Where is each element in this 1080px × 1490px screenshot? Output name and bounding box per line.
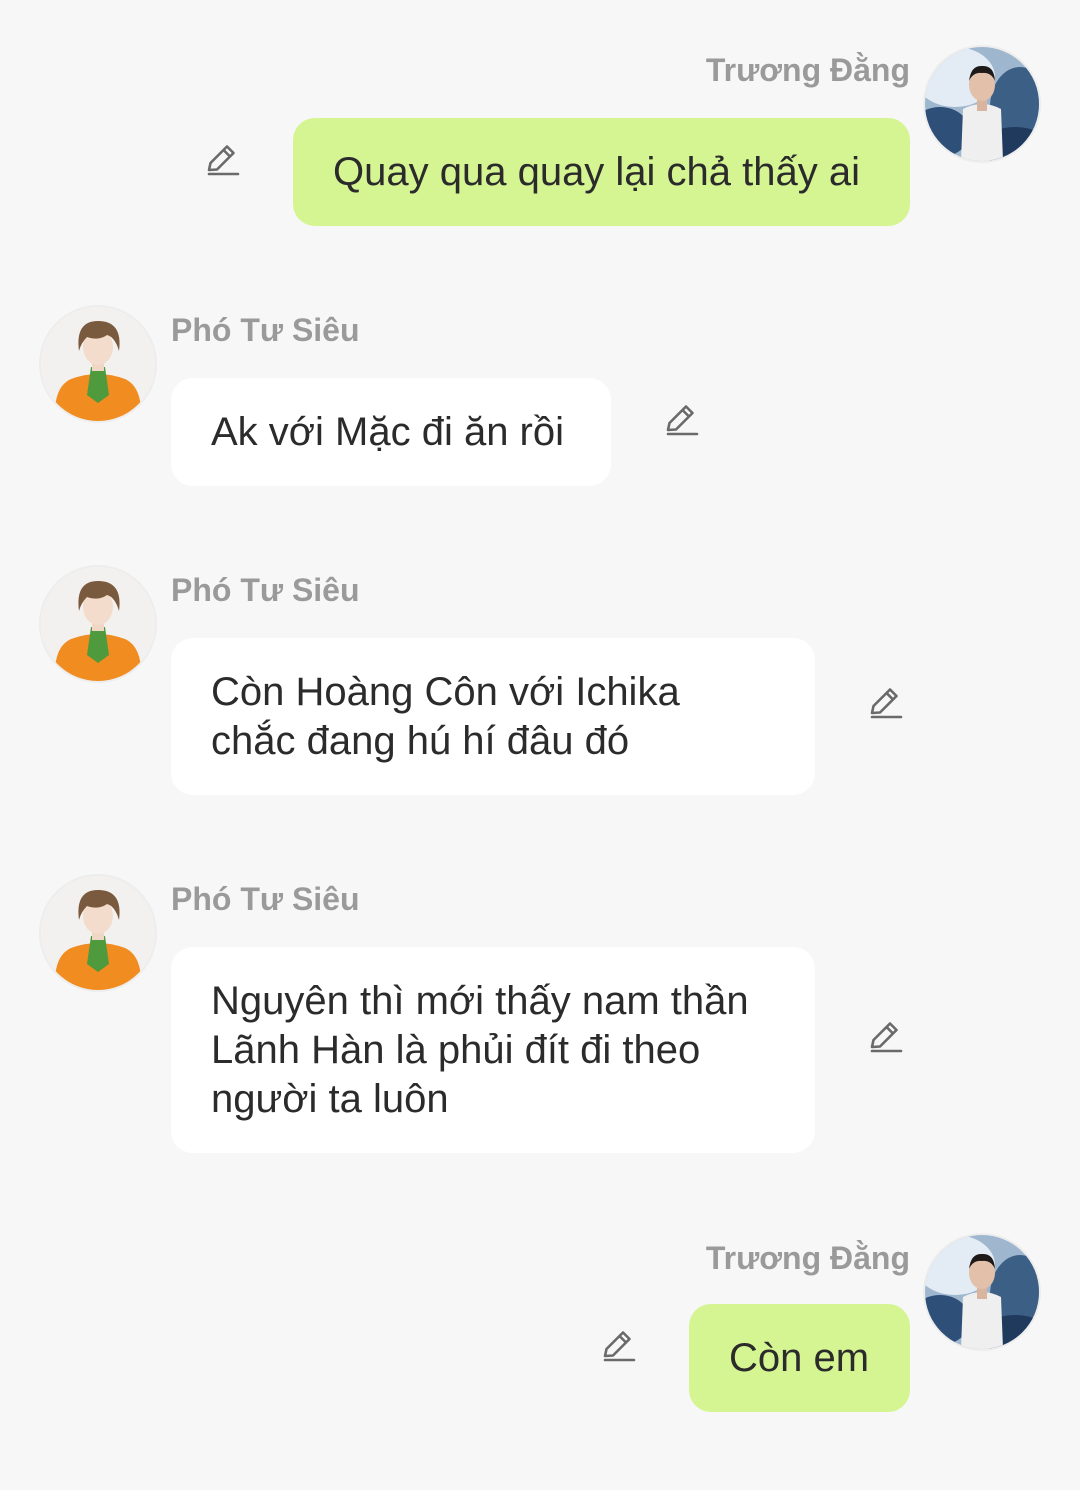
message-bubble[interactable]: Ak với Mặc đi ăn rồi [171,378,611,486]
message-bubble[interactable]: Quay qua quay lại chả thấy ai [293,118,910,226]
pencil-icon[interactable] [598,1326,638,1366]
message-row-outgoing: Trương Đằng Quay qua quay lại chả thấy a… [0,45,1080,230]
avatar[interactable] [41,876,155,990]
sender-name: Trương Đằng [705,1240,910,1276]
pencil-icon[interactable] [865,683,905,723]
avatar[interactable] [41,307,155,421]
avatar-truong-dang [925,47,1039,161]
message-bubble[interactable]: Nguyên thì mới thấy nam thần Lãnh Hàn là… [171,947,815,1153]
message-bubble[interactable]: Còn Hoàng Côn với Ichika chắc đang hú hí… [171,638,815,795]
avatar-pho-tu-sieu [41,567,155,681]
sender-name: Trương Đằng [705,52,910,88]
message-text: Còn em [729,1335,870,1380]
pencil-icon[interactable] [202,140,242,180]
avatar-truong-dang [925,1235,1039,1349]
message-text: Ak với Mặc đi ăn rồi [211,409,565,454]
message-text: Nguyên thì mới thấy nam thần Lãnh Hàn là… [211,978,749,1121]
message-row-incoming: Phó Tư Siêu Còn Hoàng Côn với Ichika chắ… [0,565,1080,800]
message-text: Còn Hoàng Côn với Ichika chắc đang hú hí… [211,669,680,763]
sender-name: Phó Tư Siêu [171,572,360,608]
avatar[interactable] [925,1235,1039,1349]
avatar[interactable] [925,47,1039,161]
sender-name: Phó Tư Siêu [171,312,360,348]
message-bubble[interactable]: Còn em [689,1304,910,1412]
message-row-outgoing: Trương Đằng Còn em [0,1233,1080,1418]
message-row-incoming: Phó Tư Siêu Ak với Mặc đi ăn rồi [0,305,1080,490]
sender-name: Phó Tư Siêu [171,881,360,917]
message-row-incoming: Phó Tư Siêu Nguyên thì mới thấy nam thần… [0,874,1080,1159]
message-text: Quay qua quay lại chả thấy ai [333,149,861,194]
pencil-icon[interactable] [661,400,701,440]
avatar[interactable] [41,567,155,681]
avatar-pho-tu-sieu [41,307,155,421]
avatar-pho-tu-sieu [41,876,155,990]
pencil-icon[interactable] [865,1017,905,1057]
